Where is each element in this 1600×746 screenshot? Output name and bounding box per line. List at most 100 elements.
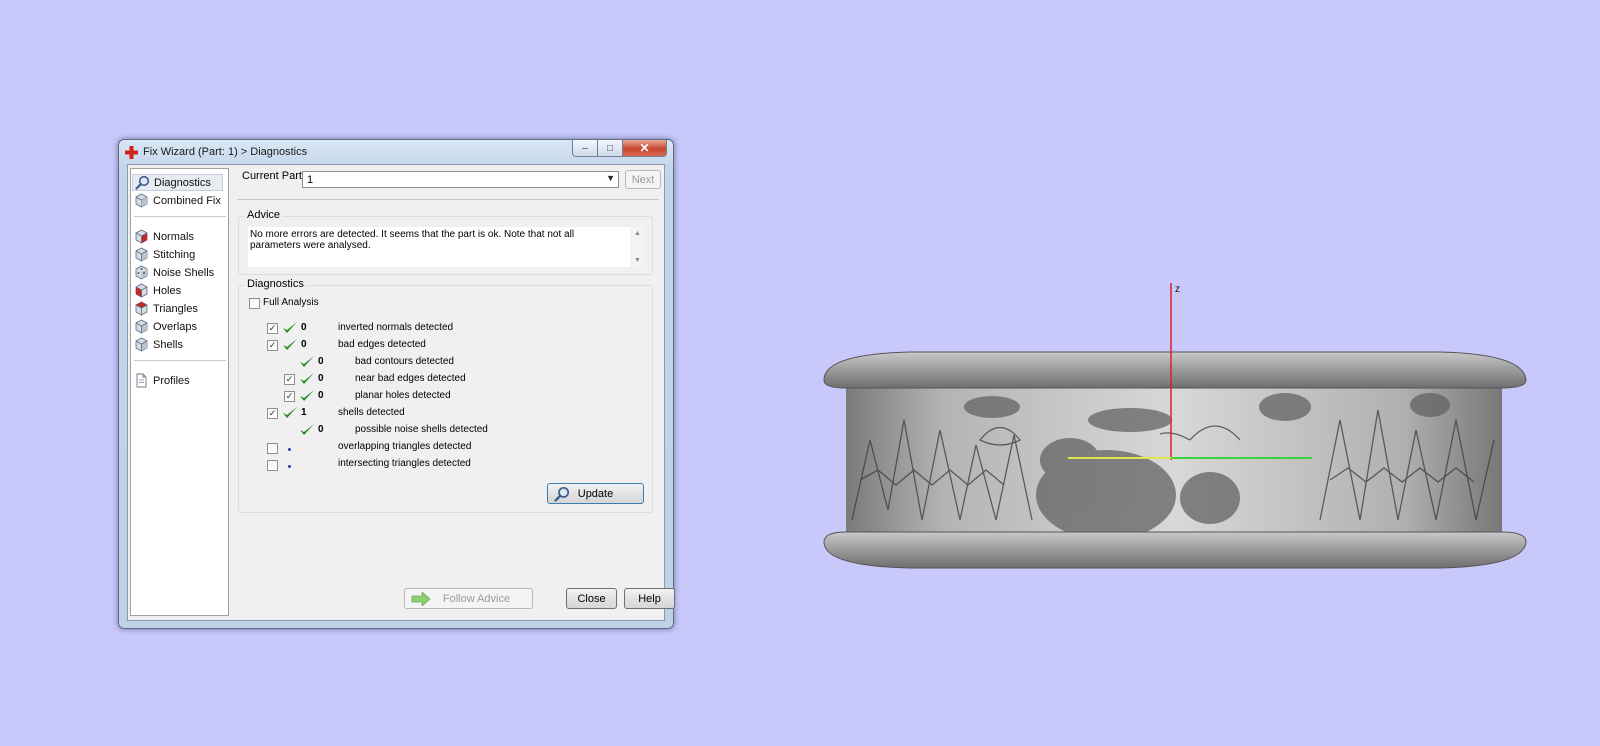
advice-scrollbar[interactable]: ▲ ▼ — [630, 227, 644, 267]
nav-item-overlaps[interactable]: Overlaps — [134, 318, 197, 335]
nav-item-holes[interactable]: Holes — [134, 282, 181, 299]
inverted-normals-count: 0 — [301, 322, 307, 333]
ring-bottom-rim — [823, 531, 1527, 569]
follow-advice-button[interactable]: Follow Advice — [404, 588, 533, 609]
nav-item-label: Stitching — [153, 248, 196, 261]
cube-red-face-icon — [135, 229, 148, 244]
advice-textbox[interactable]: No more errors are detected. It seems th… — [248, 227, 644, 267]
shells-count: 1 — [301, 407, 307, 418]
not-analysed-dot-icon — [288, 448, 291, 451]
intersecting-triangles-label: intersecting triangles detected — [338, 458, 471, 469]
update-label: Update — [577, 487, 614, 500]
cube-icon — [135, 247, 148, 262]
check-mark-icon — [300, 390, 314, 401]
right-arrow-icon — [411, 592, 431, 606]
inverted-normals-checkbox[interactable]: ✓ — [267, 323, 278, 334]
cube-red-face-icon — [135, 301, 148, 316]
close-window-button[interactable]: ✕ — [623, 140, 667, 157]
follow-advice-label: Follow Advice — [442, 592, 511, 605]
nav-item-diagnostics[interactable]: Diagnostics — [132, 174, 223, 191]
overlapping-triangles-checkbox[interactable] — [267, 443, 278, 454]
current-part-value: 1 — [307, 174, 314, 186]
header-divider — [237, 199, 659, 200]
maximize-button[interactable]: □ — [598, 140, 623, 157]
advice-title: Advice — [245, 209, 283, 221]
minimize-button[interactable]: – — [572, 140, 598, 157]
next-button[interactable]: Next — [625, 170, 661, 189]
cube-icon — [135, 337, 148, 352]
planar-holes-count: 0 — [318, 390, 324, 401]
close-button[interactable]: Close — [566, 588, 617, 609]
fix-wizard-window: Fix Wizard (Part: 1) > Diagnostics – □ ✕… — [118, 139, 675, 629]
current-part-label: Current Part: — [242, 170, 305, 182]
bad-edges-count: 0 — [301, 339, 307, 350]
near-bad-edges-count: 0 — [318, 373, 324, 384]
near-bad-edges-checkbox[interactable]: ✓ — [284, 374, 295, 385]
check-mark-icon — [300, 424, 314, 435]
scroll-down-icon: ▼ — [634, 257, 641, 264]
check-mark-icon — [283, 339, 297, 350]
magnifier-icon — [554, 486, 570, 502]
nav-item-label: Diagnostics — [154, 176, 211, 189]
z-axis-label: z — [1175, 284, 1180, 295]
nav-item-label: Noise Shells — [153, 266, 215, 279]
intersecting-triangles-checkbox[interactable] — [267, 460, 278, 471]
window-title: Fix Wizard (Part: 1) > Diagnostics — [143, 146, 308, 158]
bad-contours-label: bad contours detected — [355, 356, 454, 367]
advice-group: Advice No more errors are detected. It s… — [238, 209, 653, 275]
wizard-nav: Diagnostics Combined Fix Normals Stitchi… — [130, 168, 229, 616]
check-mark-icon — [300, 373, 314, 384]
ring-model[interactable] — [823, 351, 1527, 569]
cube-red-face-icon — [135, 283, 148, 298]
bad-edges-checkbox[interactable]: ✓ — [267, 340, 278, 351]
red-cross-icon — [125, 146, 138, 159]
noise-shells-label: possible noise shells detected — [355, 424, 488, 435]
nav-item-label: Combined Fix — [153, 194, 221, 207]
bad-contours-count: 0 — [318, 356, 324, 367]
model-viewport[interactable]: z — [800, 270, 1560, 590]
nav-item-label: Normals — [153, 230, 194, 243]
nav-item-stitching[interactable]: Stitching — [134, 246, 195, 263]
nav-item-label: Shells — [153, 338, 183, 351]
nav-item-noise-shells[interactable]: Noise Shells — [134, 264, 214, 281]
full-analysis-checkbox[interactable] — [249, 298, 260, 309]
near-bad-edges-label: near bad edges detected — [355, 373, 466, 384]
shells-checkbox[interactable]: ✓ — [267, 408, 278, 419]
nav-item-label: Triangles — [153, 302, 198, 315]
diagnostics-group: Diagnostics Full Analysis ✓ 0 inverted n… — [238, 278, 653, 513]
cube-dots-icon — [135, 265, 148, 280]
nav-item-profiles[interactable]: Profiles — [134, 372, 190, 389]
check-mark-icon — [283, 322, 297, 333]
ring-top-rim — [823, 351, 1527, 389]
check-mark-icon — [283, 407, 297, 418]
nav-item-label: Profiles — [153, 374, 190, 387]
document-icon — [136, 373, 147, 388]
bad-edges-label: bad edges detected — [338, 339, 426, 350]
current-part-select[interactable]: 1 ▼ — [302, 171, 619, 188]
nav-divider — [134, 216, 226, 217]
nav-item-normals[interactable]: Normals — [134, 228, 194, 245]
title-bar[interactable]: Fix Wizard (Part: 1) > Diagnostics – □ ✕ — [119, 140, 673, 164]
cube-icon — [135, 193, 148, 208]
dialog-client-area: Diagnostics Combined Fix Normals Stitchi… — [127, 164, 675, 621]
scroll-up-icon: ▲ — [634, 230, 641, 237]
overlapping-triangles-label: overlapping triangles detected — [338, 441, 472, 452]
nav-item-label: Overlaps — [153, 320, 198, 333]
full-analysis-label: Full Analysis — [263, 297, 319, 308]
inverted-normals-label: inverted normals detected — [338, 322, 454, 333]
diagnostics-title: Diagnostics — [245, 278, 306, 290]
diagnostics-panel: Current Part: 1 ▼ Next Advice No more er… — [232, 165, 675, 620]
magnifier-icon — [135, 175, 150, 190]
shells-label: shells detected — [338, 407, 405, 418]
planar-holes-checkbox[interactable]: ✓ — [284, 391, 295, 402]
planar-holes-label: planar holes detected — [355, 390, 451, 401]
not-analysed-dot-icon — [288, 465, 291, 468]
update-button[interactable]: Update — [547, 483, 644, 504]
caption-buttons: – □ ✕ — [572, 140, 667, 158]
nav-item-triangles[interactable]: Triangles — [134, 300, 198, 317]
help-button[interactable]: Help — [624, 588, 675, 609]
check-mark-icon — [300, 356, 314, 367]
nav-item-combined-fix[interactable]: Combined Fix — [134, 192, 221, 209]
nav-item-shells[interactable]: Shells — [134, 336, 183, 353]
cube-icon — [135, 319, 148, 334]
